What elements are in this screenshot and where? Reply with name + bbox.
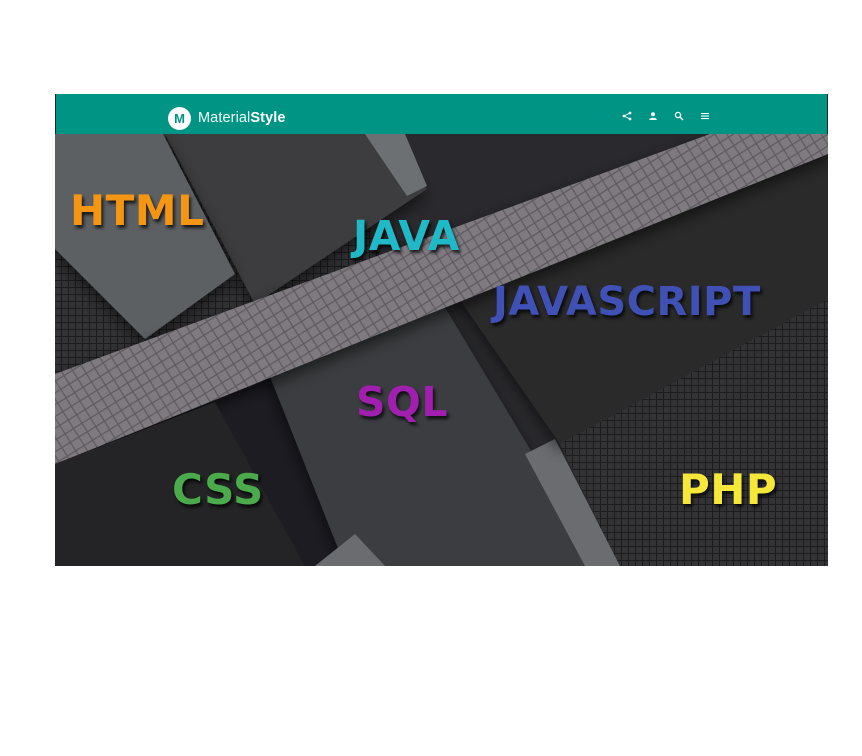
word-css: CSS <box>172 465 264 514</box>
app-window: M MaterialStyle HTML JAVA JAVASCRIPT SQL… <box>55 94 828 566</box>
word-html: HTML <box>70 186 205 235</box>
account-icon <box>649 112 657 120</box>
brand-name-thin: Material <box>198 110 251 126</box>
hero-banner: HTML JAVA JAVASCRIPT SQL CSS PHP <box>55 134 828 566</box>
brand-name: MaterialStyle <box>198 110 286 126</box>
word-php: PHP <box>679 465 778 514</box>
account-button[interactable] <box>647 110 659 122</box>
search-icon <box>674 111 684 121</box>
search-button[interactable] <box>673 110 685 122</box>
word-java: JAVA <box>353 212 460 260</box>
top-app-bar: M MaterialStyle <box>56 94 827 134</box>
logo-badge: M <box>168 106 191 130</box>
share-icon <box>622 111 632 121</box>
brand-logo[interactable]: M MaterialStyle <box>168 106 286 130</box>
word-javascript: JAVASCRIPT <box>493 279 761 325</box>
menu-button[interactable] <box>699 110 711 122</box>
brand-name-bold: Style <box>250 110 286 126</box>
appbar-actions <box>621 110 711 122</box>
menu-icon <box>701 113 709 120</box>
word-sql: SQL <box>356 378 449 426</box>
share-button[interactable] <box>621 110 633 122</box>
